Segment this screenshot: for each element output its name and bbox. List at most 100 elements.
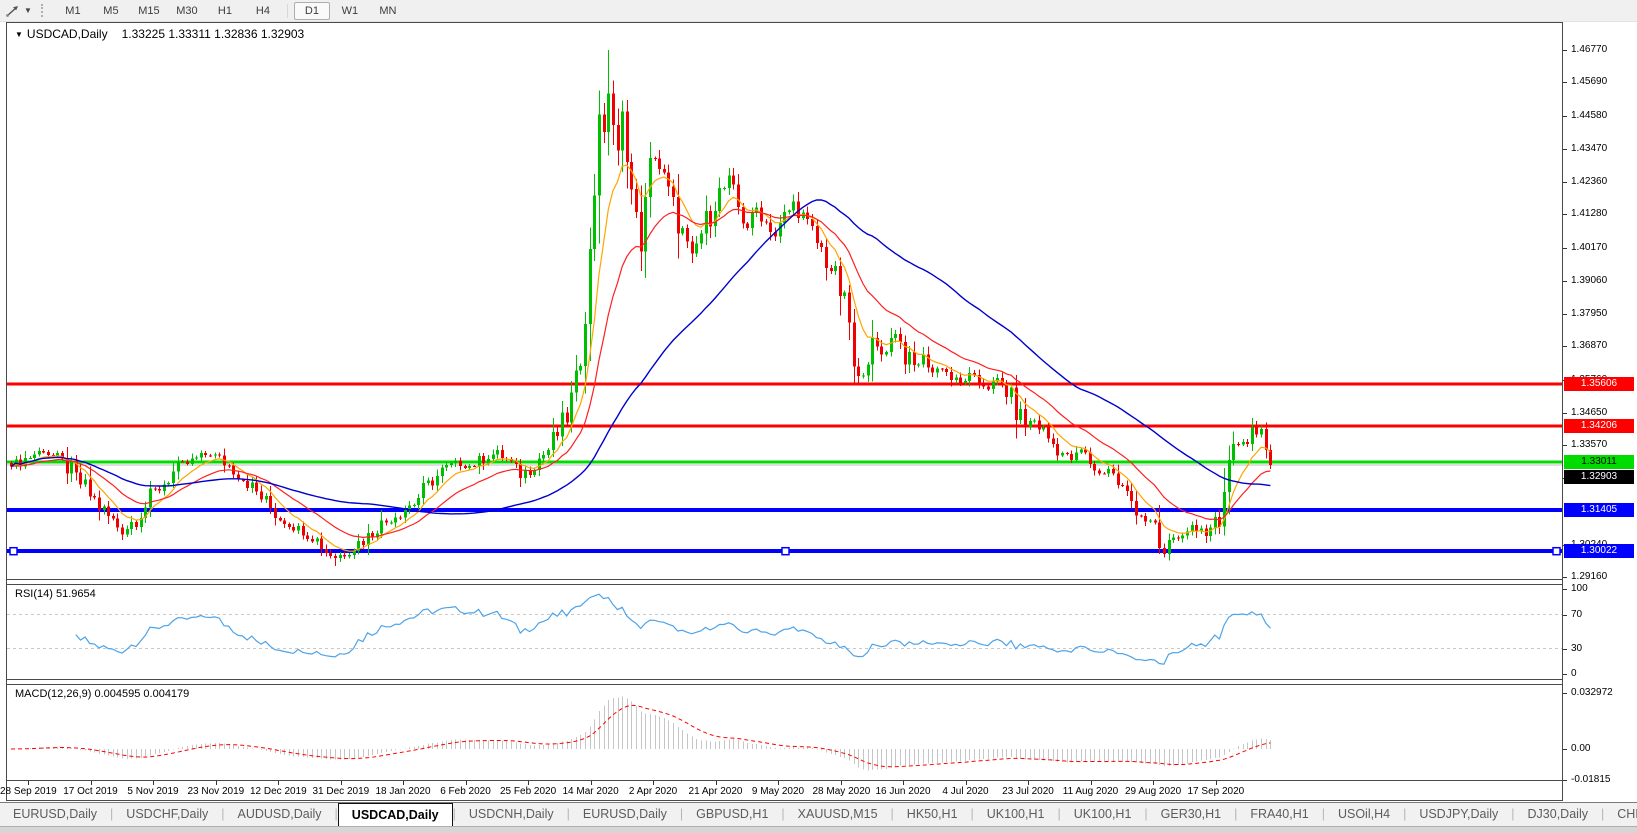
axis-tick-label: 1.29160 [1571,571,1608,582]
tab-fra40-h1[interactable]: FRA40,H1 [1237,803,1321,827]
axis-tick-label: 1.37950 [1571,307,1608,319]
tab-xauusd-m15[interactable]: XAUUSD,M15 [785,803,891,827]
tab-usdcnh-daily[interactable]: USDCNH,Daily [456,803,567,827]
down-candle-wicks [11,80,1271,567]
price-level-badge[interactable]: 1.30022 [1564,544,1634,559]
time-axis-tick [965,781,967,785]
level-drag-handle[interactable] [1552,546,1561,556]
date-label: 11 Aug 2020 [1062,786,1119,797]
collapse-arrow-icon[interactable]: ▼ [15,30,23,39]
price-level-badge[interactable]: 1.33011 [1564,454,1634,469]
tab-eurusd-daily[interactable]: EURUSD,Daily [0,803,110,827]
ma-mid-line[interactable] [10,208,1271,539]
symbol-name: USDCAD,Daily [26,27,108,41]
axis-tick-label: 1.34650 [1571,406,1608,418]
price-level-badge[interactable]: 1.32903 [1564,469,1634,484]
axis-tick [1563,749,1567,750]
axis-tick [1563,674,1567,675]
time-axis-tick [465,781,467,785]
timeframe-button-m5[interactable]: M5 [93,2,129,20]
date-label: 14 Mar 2020 [562,786,619,797]
tab-usdcad-daily[interactable]: USDCAD,Daily [337,803,453,827]
price-level-badge[interactable]: 1.31405 [1564,502,1634,517]
tab-uk100-h1[interactable]: UK100,H1 [974,803,1058,827]
timeframe-button-m1[interactable]: M1 [55,2,91,20]
macd-label: MACD(12,26,9) 0.004595 0.004179 [15,688,190,700]
tab-uk100-h1[interactable]: UK100,H1 [1061,803,1145,827]
caret-down-icon[interactable]: ▼ [24,6,32,15]
timeframe-button-h1[interactable]: H1 [207,2,243,20]
timeframe-button-m15[interactable]: M15 [131,2,167,20]
down-candle-bodies [10,93,1272,559]
axis-tick-label: 1.33570 [1571,439,1608,450]
date-label: 18 Jan 2020 [375,786,431,797]
tab-gbpusd-h1[interactable]: GBPUSD,H1 [683,803,781,827]
time-axis-tick [903,781,904,785]
date-label: 28 Sep 2019 [0,786,57,797]
axis-tick-label: -0.01815 [1571,773,1611,785]
price-pane[interactable] [7,23,1562,580]
axis-tick [1563,779,1567,781]
axis-tick-label: 30 [1571,642,1583,654]
axis-tick [1563,614,1567,616]
tab-ger30-h1[interactable]: GER30,H1 [1148,803,1234,827]
level-drag-handle[interactable] [9,546,18,556]
tab-dj30-daily[interactable]: DJ30,Daily [1515,803,1601,827]
date-label: 29 Aug 2020 [1125,786,1182,797]
macd-pane[interactable] [7,684,1562,781]
axis-tick-label: 1.40170 [1571,241,1608,253]
timeframe-button-m30[interactable]: M30 [169,2,205,20]
time-axis-tick [1215,781,1217,785]
up-candle-bodies [15,93,1263,559]
timeframe-button-h4[interactable]: H4 [245,2,281,20]
date-label: 4 Jul 2020 [942,786,989,797]
date-label: 5 Nov 2019 [127,786,179,797]
axis-tick [1563,214,1567,216]
axis-tick [1563,148,1567,150]
axis-tick-label: 0.032972 [1571,686,1613,698]
axis-tick [1563,692,1567,694]
date-label: 28 May 2020 [812,786,871,797]
chart-title: ▼ USDCAD,Daily 1.33225 1.33311 1.32836 1.3… [15,27,304,41]
tab-china300-h1[interactable]: CHINA300,H1 [1604,803,1637,827]
date-label: 17 Sep 2020 [1187,786,1245,797]
price-level-badge[interactable]: 1.35606 [1564,377,1634,392]
axis-tick-label: 1.42360 [1571,176,1608,187]
chart-window[interactable]: ▼ USDCAD,Daily 1.33225 1.33311 1.32836 1.3… [0,22,1563,801]
axis-tick [1563,589,1567,590]
axis-tick-label: 1.41280 [1571,208,1608,220]
timeframe-button-d1[interactable]: D1 [293,1,330,20]
axis-tick-label: 0.00 [1571,743,1591,754]
tab-hk50-h1[interactable]: HK50,H1 [894,803,971,827]
level-drag-handle[interactable] [781,546,790,556]
timeframe-button-mn[interactable]: MN [370,2,406,20]
axis-tick-label: 1.46770 [1571,44,1608,55]
rsi-pane[interactable] [7,584,1562,680]
tab-usoil-h4[interactable]: USOil,H4 [1325,803,1403,827]
rsi-line [75,593,1271,665]
tab-audusd-daily[interactable]: AUDUSD,Daily [225,803,335,827]
time-axis-tick [153,781,154,785]
timeframe-button-w1[interactable]: W1 [332,2,368,20]
macd-histogram [16,696,1271,771]
date-label: 25 Feb 2020 [500,786,557,797]
axis-tick-label: 1.44580 [1571,109,1608,121]
axis-tick [1563,648,1567,650]
time-axis-tick [215,781,217,785]
time-axis-tick [278,781,279,785]
tab-usdjpy-daily[interactable]: USDJPY,Daily [1406,803,1511,827]
time-axis-tick [840,781,842,785]
tab-eurusd-daily[interactable]: EURUSD,Daily [570,803,680,827]
axis-tick-label: 1.39060 [1571,274,1608,286]
time-axis-tick [653,781,654,785]
time-axis-tick [715,781,717,785]
axis-tick [1563,280,1567,282]
time-axis-tick [1153,781,1154,785]
draw-line-tool-icon[interactable] [4,3,22,19]
price-level-badge[interactable]: 1.34206 [1564,419,1634,433]
time-axis-tick [403,781,404,785]
date-label: 12 Dec 2019 [250,786,307,797]
date-label: 17 Oct 2019 [63,786,118,797]
tab-usdchf-daily[interactable]: USDCHF,Daily [113,803,221,827]
date-label: 21 Apr 2020 [688,786,743,797]
